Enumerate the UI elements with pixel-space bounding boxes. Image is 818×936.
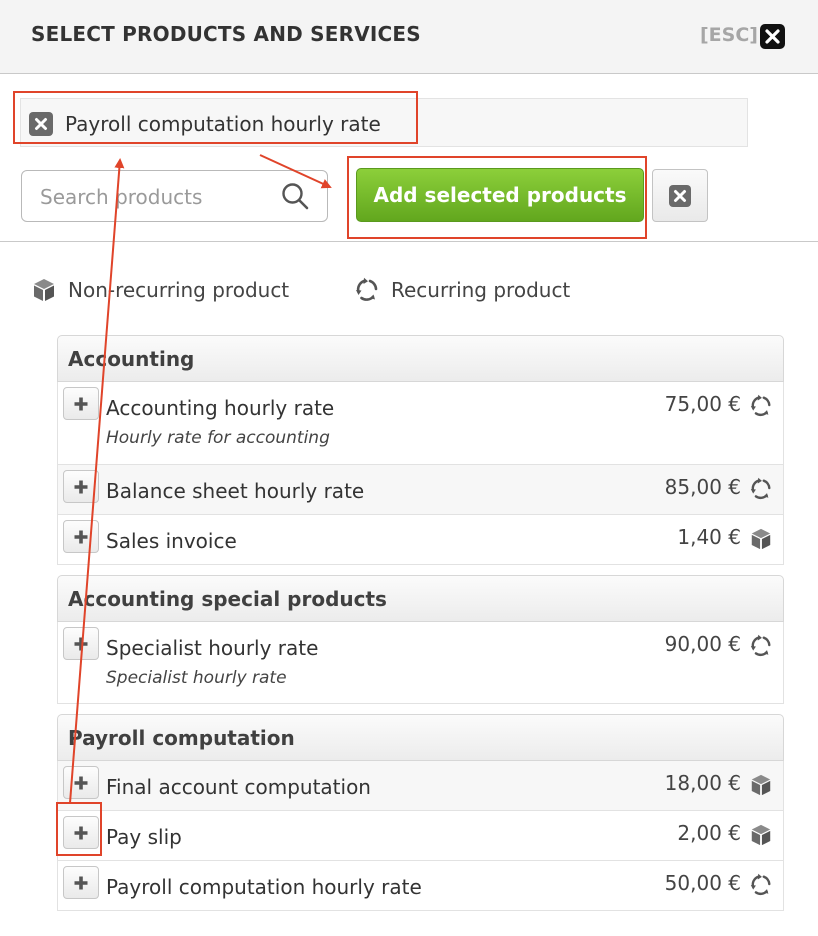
box-icon — [751, 824, 771, 846]
add-product-button[interactable] — [63, 470, 99, 503]
add-product-button[interactable] — [63, 766, 99, 799]
product-price: 50,00 € — [664, 871, 741, 895]
product-row: Payroll computation hourly rate 50,00 € — [57, 861, 784, 911]
legend-non-recurring: Non-recurring product — [32, 277, 289, 303]
add-product-button[interactable] — [63, 387, 99, 420]
recurring-icon — [750, 634, 771, 657]
box-icon — [751, 528, 771, 550]
product-price: 90,00 € — [664, 632, 741, 656]
product-name: Payroll computation hourly rate — [106, 875, 422, 899]
product-row: Sales invoice 1,40 € — [57, 515, 784, 565]
search-icon[interactable] — [281, 182, 309, 210]
legend-non-recurring-label: Non-recurring product — [68, 278, 290, 302]
product-price: 75,00 € — [664, 392, 741, 416]
search-input[interactable] — [40, 183, 280, 211]
product-description: Hourly rate for accounting — [106, 428, 330, 448]
product-name: Pay slip — [106, 825, 182, 849]
product-name: Accounting hourly rate — [106, 396, 335, 420]
recurring-icon — [750, 873, 771, 896]
product-price: 85,00 € — [664, 475, 741, 499]
add-product-button[interactable] — [63, 627, 99, 660]
add-product-button[interactable] — [63, 520, 99, 553]
plus-icon — [74, 530, 88, 543]
product-row: Accounting hourly rate Hourly rate for a… — [57, 382, 784, 465]
product-group-accounting: Accounting Accounting hourly rate Hourly… — [57, 335, 784, 565]
product-row: Pay slip 2,00 € — [57, 811, 784, 861]
box-icon — [34, 279, 54, 301]
close-icon — [35, 118, 47, 130]
product-price: 2,00 € — [677, 821, 741, 845]
plus-icon — [74, 397, 88, 410]
divider — [0, 241, 818, 242]
selected-product-label: Payroll computation hourly rate — [65, 112, 381, 136]
product-name: Balance sheet hourly rate — [106, 479, 365, 503]
close-button[interactable] — [760, 24, 785, 49]
selected-products-area: Payroll computation hourly rate — [20, 98, 748, 147]
product-price: 18,00 € — [664, 771, 741, 795]
product-row: Final account computation 18,00 € — [57, 761, 784, 811]
plus-icon — [74, 637, 88, 650]
plus-icon — [74, 480, 88, 493]
legend-recurring-label: Recurring product — [391, 278, 571, 302]
plus-icon — [74, 826, 88, 839]
close-icon — [765, 29, 780, 44]
product-group-accounting-special: Accounting special products Specialist h… — [57, 575, 784, 704]
product-name: Sales invoice — [106, 529, 237, 553]
close-icon — [669, 184, 691, 207]
product-description: Specialist hourly rate — [106, 668, 287, 688]
product-name: Final account computation — [106, 775, 371, 799]
dialog-header: SELECT PRODUCTS AND SERVICES [ESC] — [0, 0, 818, 74]
group-title: Accounting special products — [57, 575, 784, 622]
add-selected-products-button[interactable]: Add selected products — [356, 168, 644, 222]
product-price: 1,40 € — [677, 525, 741, 549]
box-icon — [751, 774, 771, 796]
product-row: Specialist hourly rate Specialist hourly… — [57, 622, 784, 704]
group-title: Payroll computation — [57, 714, 784, 761]
plus-icon — [74, 776, 88, 789]
clear-selection-button[interactable] — [652, 169, 708, 222]
dialog-title: SELECT PRODUCTS AND SERVICES — [31, 22, 421, 46]
selected-product-chip: Payroll computation hourly rate — [29, 111, 381, 137]
legend-recurring: Recurring product — [354, 277, 570, 303]
plus-icon — [74, 876, 88, 889]
recurring-icon — [356, 277, 378, 301]
recurring-icon — [750, 394, 771, 417]
add-product-button[interactable] — [63, 866, 99, 899]
esc-hint: [ESC] — [700, 24, 758, 46]
product-name: Specialist hourly rate — [106, 636, 319, 660]
remove-selected-button[interactable] — [29, 112, 53, 136]
product-group-payroll: Payroll computation Final account comput… — [57, 714, 784, 911]
product-row: Balance sheet hourly rate 85,00 € — [57, 465, 784, 515]
add-product-button[interactable] — [63, 816, 99, 849]
recurring-icon — [750, 477, 771, 500]
group-title: Accounting — [57, 335, 784, 382]
